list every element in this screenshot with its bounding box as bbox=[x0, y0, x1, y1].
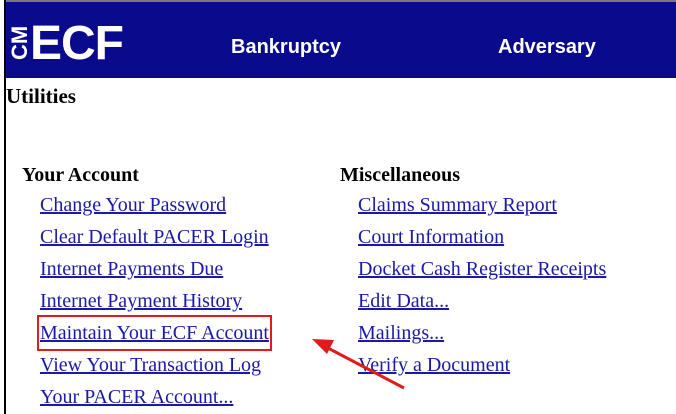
link-mailings[interactable]: Mailings... bbox=[358, 322, 444, 344]
logo-ecf-text: ECF bbox=[30, 17, 124, 70]
link-internet-payment-history[interactable]: Internet Payment History bbox=[40, 290, 242, 312]
link-claims-summary-report[interactable]: Claims Summary Report bbox=[358, 194, 557, 216]
link-docket-cash-register-receipts[interactable]: Docket Cash Register Receipts bbox=[358, 258, 606, 280]
link-internet-payments-due[interactable]: Internet Payments Due bbox=[40, 258, 223, 280]
link-maintain-your-ecf-account[interactable]: Maintain Your ECF Account bbox=[40, 322, 269, 344]
miscellaneous-section: Miscellaneous Claims Summary Report Cour… bbox=[340, 160, 606, 382]
page-title: Utilities bbox=[6, 84, 76, 108]
link-court-information[interactable]: Court Information bbox=[358, 226, 504, 248]
link-clear-default-pacer-login[interactable]: Clear Default PACER Login bbox=[40, 226, 269, 248]
menu-bankruptcy[interactable]: Bankruptcy bbox=[231, 36, 341, 59]
link-edit-data[interactable]: Edit Data... bbox=[358, 290, 449, 312]
your-account-heading: Your Account bbox=[22, 164, 139, 186]
logo-cm-text: CM bbox=[7, 25, 32, 60]
highlight-box: Maintain Your ECF Account bbox=[37, 315, 272, 351]
menu-adversary[interactable]: Adversary bbox=[498, 36, 596, 59]
your-account-section: Your Account Change Your Password Clear … bbox=[22, 160, 272, 414]
link-verify-a-document[interactable]: Verify a Document bbox=[358, 354, 510, 376]
link-your-pacer-account[interactable]: Your PACER Account... bbox=[40, 386, 233, 408]
arrow-head-icon bbox=[312, 339, 334, 354]
link-change-your-password[interactable]: Change Your Password bbox=[40, 194, 226, 216]
miscellaneous-heading: Miscellaneous bbox=[340, 164, 460, 186]
ecf-navbar: CM ECF Bankruptcy Adversary bbox=[6, 0, 676, 78]
link-view-your-transaction-log[interactable]: View Your Transaction Log bbox=[40, 354, 261, 376]
cmecf-logo[interactable]: CM ECF bbox=[7, 8, 124, 70]
